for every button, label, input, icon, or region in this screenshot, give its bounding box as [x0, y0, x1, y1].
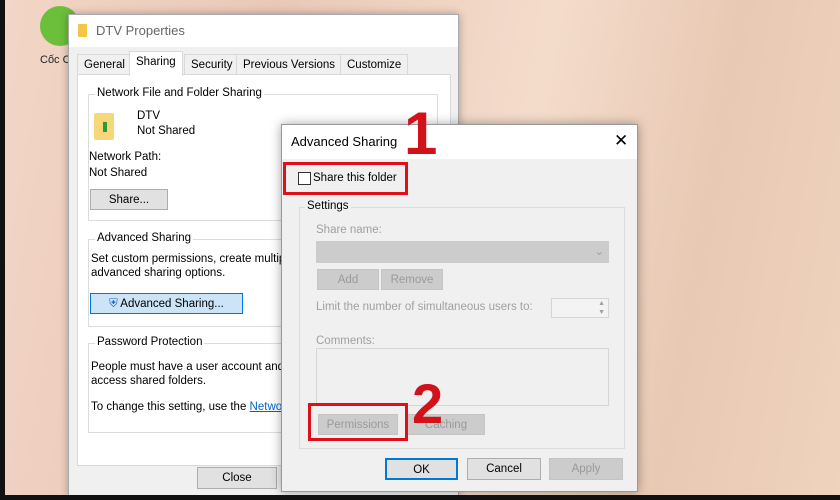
comments-textarea[interactable] — [316, 348, 609, 406]
close-icon[interactable]: ✕ — [614, 131, 628, 151]
window-title: DTV Properties — [96, 23, 185, 38]
tab-customize[interactable]: Customize — [340, 54, 409, 75]
annotation-box-2 — [308, 403, 408, 441]
apply-button[interactable]: Apply — [549, 458, 623, 480]
folder-icon — [78, 24, 87, 37]
share-name-combobox[interactable]: ⌄ — [316, 241, 609, 263]
title-bar: DTV Properties — [69, 15, 458, 47]
add-button[interactable]: Add — [317, 269, 379, 290]
group-label: Network File and Folder Sharing — [95, 87, 264, 99]
dialog-title: Advanced Sharing — [291, 134, 398, 149]
desktop-icon-label: Cốc C — [40, 54, 71, 66]
share-button[interactable]: Share... — [90, 189, 168, 210]
share-name-label: Share name: — [316, 224, 382, 236]
group-label: Advanced Sharing — [95, 232, 193, 244]
group-label: Settings — [305, 200, 351, 212]
screen-edge-bottom — [0, 495, 840, 500]
dialog-title-bar: Advanced Sharing ✕ — [282, 125, 637, 159]
network-path-label: Network Path: — [89, 151, 162, 163]
password-desc-1: People must have a user account and — [91, 361, 285, 373]
limit-users-spinner[interactable]: ▲ ▼ — [551, 298, 609, 318]
advanced-desc-2: advanced sharing options. — [91, 267, 226, 279]
advanced-desc-1: Set custom permissions, create multip — [91, 253, 286, 265]
limit-users-label: Limit the number of simultaneous users t… — [316, 301, 533, 313]
tab-sharing[interactable]: Sharing — [129, 51, 183, 76]
tab-previous-versions[interactable]: Previous Versions — [236, 54, 343, 75]
tab-general[interactable]: General — [77, 54, 132, 75]
folder-status: Not Shared — [137, 125, 196, 137]
password-desc-2: access shared folders. — [91, 375, 207, 387]
ok-button[interactable]: OK — [385, 458, 458, 480]
cancel-button[interactable]: Cancel — [467, 458, 541, 480]
chevron-down-icon: ⌄ — [594, 246, 604, 258]
uac-shield-icon: ⛨ — [109, 298, 118, 310]
button-label: Advanced Sharing... — [120, 298, 224, 310]
change-text: To change this setting, use the — [91, 401, 250, 413]
advanced-sharing-button[interactable]: ⛨ Advanced Sharing... — [90, 293, 243, 314]
close-button[interactable]: Close — [197, 467, 277, 489]
annotation-number-2: 2 — [412, 372, 444, 435]
annotation-box-1 — [283, 162, 408, 195]
network-path-value: Not Shared — [89, 167, 148, 179]
tab-security[interactable]: Security — [184, 54, 240, 75]
password-change-text: To change this setting, use the Networ — [91, 401, 286, 413]
comments-label: Comments: — [316, 335, 375, 347]
folder-icon — [94, 113, 114, 140]
folder-name: DTV — [137, 110, 160, 122]
spinner-arrows-icon[interactable]: ▲ ▼ — [598, 299, 605, 317]
annotation-number-1: 1 — [404, 100, 438, 167]
remove-button[interactable]: Remove — [381, 269, 443, 290]
group-label: Password Protection — [95, 336, 205, 348]
screen-edge — [0, 0, 5, 500]
